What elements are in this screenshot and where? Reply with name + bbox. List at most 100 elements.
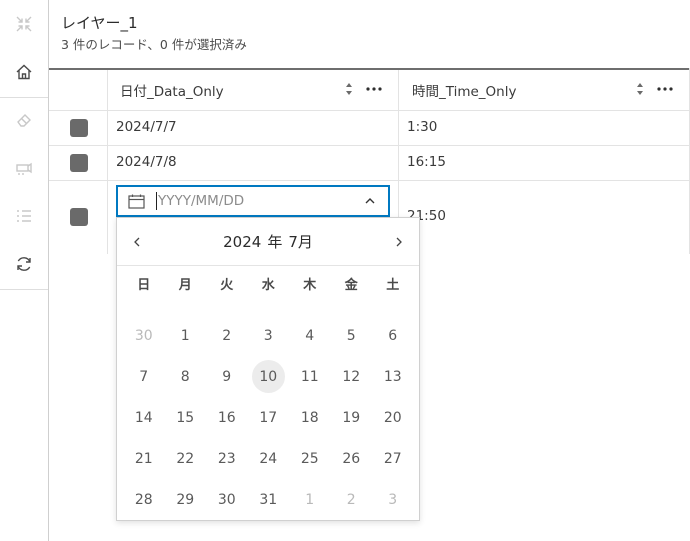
- calendar-day[interactable]: 1: [165, 315, 207, 356]
- time-cell[interactable]: 16:15: [407, 154, 446, 170]
- chevron-up-icon[interactable]: [363, 195, 377, 207]
- date-cell[interactable]: 2024/7/8: [116, 154, 177, 170]
- column-header-date[interactable]: 日付_Data_Only: [120, 70, 224, 110]
- sort-icon[interactable]: [345, 82, 353, 96]
- column-header-label: 時間_Time_Only: [412, 84, 517, 100]
- calendar-day-number: 6: [388, 327, 398, 344]
- time-cell[interactable]: 1:30: [407, 119, 437, 135]
- calendar-day[interactable]: 14: [123, 397, 165, 438]
- toolbar-divider: [0, 97, 48, 98]
- calendar-day[interactable]: 22: [165, 438, 207, 479]
- calendar-year[interactable]: 2024: [223, 233, 261, 251]
- calendar-day[interactable]: 17: [248, 397, 290, 438]
- calendar-day[interactable]: 28: [123, 479, 165, 520]
- calendar-day[interactable]: 7: [123, 356, 165, 397]
- calendar-day[interactable]: 30: [123, 315, 165, 356]
- calendar-day[interactable]: 19: [331, 397, 373, 438]
- calendar-day-number: 2: [222, 327, 232, 344]
- calendar-day[interactable]: 16: [206, 397, 248, 438]
- more-options-icon[interactable]: [365, 84, 383, 94]
- calendar-day-number: 27: [383, 450, 402, 467]
- calendar-day[interactable]: 21: [123, 438, 165, 479]
- highlight-button[interactable]: [0, 148, 48, 188]
- calendar-day[interactable]: 12: [331, 356, 373, 397]
- weekday-label: 水: [261, 278, 275, 293]
- home-button[interactable]: [0, 52, 48, 92]
- calendar-day-number: 30: [217, 491, 236, 508]
- calendar-day[interactable]: 15: [165, 397, 207, 438]
- calendar-day[interactable]: 2: [331, 479, 373, 520]
- calendar-year-suffix: 年: [267, 233, 283, 251]
- calendar-day[interactable]: 23: [206, 438, 248, 479]
- calendar-day[interactable]: 18: [289, 397, 331, 438]
- calendar-day-number: 24: [259, 450, 278, 467]
- row-select-box[interactable]: [70, 119, 88, 137]
- calendar-day-number: 30: [134, 327, 153, 344]
- calendar-day[interactable]: 3: [248, 315, 290, 356]
- eraser-icon: [17, 114, 31, 127]
- date-cell[interactable]: 2024/7/7: [116, 119, 177, 135]
- calendar-day[interactable]: 20: [372, 397, 414, 438]
- more-options-icon[interactable]: [656, 84, 674, 94]
- calendar-day-number: 8: [180, 368, 190, 385]
- calendar-day[interactable]: 4: [289, 315, 331, 356]
- calendar-day-number: 17: [259, 409, 278, 426]
- calendar-day-today[interactable]: 10: [248, 356, 290, 397]
- calendar-month[interactable]: 7月: [288, 233, 313, 251]
- weekday-label: 日: [137, 278, 151, 293]
- calendar-day[interactable]: 29: [165, 479, 207, 520]
- calendar-month-year[interactable]: 2024 年 7月: [117, 232, 419, 252]
- refresh-button[interactable]: [0, 244, 48, 284]
- sort-icon[interactable]: [636, 82, 644, 96]
- row-divider: [49, 110, 690, 111]
- calendar-day-number: 29: [176, 491, 195, 508]
- calendar-day[interactable]: 5: [331, 315, 373, 356]
- calendar-day[interactable]: 11: [289, 356, 331, 397]
- row-select-box[interactable]: [70, 154, 88, 172]
- calendar-day-number: 23: [217, 450, 236, 467]
- calendar-day-number: 21: [134, 450, 153, 467]
- calendar-day-number: 10: [259, 368, 278, 385]
- calendar-day[interactable]: 6: [372, 315, 414, 356]
- calendar-day[interactable]: 3: [372, 479, 414, 520]
- row-select-box[interactable]: [70, 208, 88, 226]
- calendar-day[interactable]: 27: [372, 438, 414, 479]
- toolbar-divider: [0, 289, 48, 290]
- calendar-day[interactable]: 30: [206, 479, 248, 520]
- calendar-day-number: 13: [383, 368, 402, 385]
- row-divider: [49, 180, 690, 181]
- clear-selection-button[interactable]: [0, 100, 48, 140]
- calendar-day-number: 22: [176, 450, 195, 467]
- column-divider: [107, 70, 108, 254]
- calendar-day[interactable]: 9: [206, 356, 248, 397]
- calendar-day[interactable]: 8: [165, 356, 207, 397]
- calendar-day[interactable]: 31: [248, 479, 290, 520]
- layer-title: レイヤー_1: [61, 14, 138, 32]
- weekday-header: 日月火水木金土: [123, 276, 413, 296]
- date-input[interactable]: YYYY/MM/DD: [116, 185, 390, 217]
- weekday-label: 土: [386, 278, 400, 293]
- calendar-day[interactable]: 26: [331, 438, 373, 479]
- refresh-icon: [17, 257, 31, 271]
- show-selected-button[interactable]: [0, 196, 48, 236]
- column-header-label: 日付_Data_Only: [120, 84, 224, 100]
- record-count: 3 件のレコード、0 件が選択済み: [61, 37, 247, 52]
- calendar-day[interactable]: 25: [289, 438, 331, 479]
- column-header-time[interactable]: 時間_Time_Only: [412, 70, 516, 110]
- date-picker-calendar: 2024 年 7月 日月火水木金土 30 1 2 3 4 5 6 7 8 9 10 11 12 13 14 15 1…: [116, 217, 420, 521]
- left-toolbar: [0, 0, 49, 541]
- calendar-day[interactable]: 1: [289, 479, 331, 520]
- calendar-day-number: 12: [342, 368, 361, 385]
- calendar-day[interactable]: 13: [372, 356, 414, 397]
- calendar-day-number: 20: [383, 409, 402, 426]
- collapse-button[interactable]: [0, 4, 48, 44]
- calendar-icon: [128, 194, 145, 209]
- calendar-day[interactable]: 2: [206, 315, 248, 356]
- calendar-day-number: 3: [388, 491, 398, 508]
- calendar-day-number: 18: [300, 409, 319, 426]
- chevron-right-icon[interactable]: [393, 235, 405, 249]
- calendar-day-number: 2: [346, 491, 356, 508]
- calendar-day-number: 19: [342, 409, 361, 426]
- list-icon: [17, 210, 31, 222]
- calendar-day[interactable]: 24: [248, 438, 290, 479]
